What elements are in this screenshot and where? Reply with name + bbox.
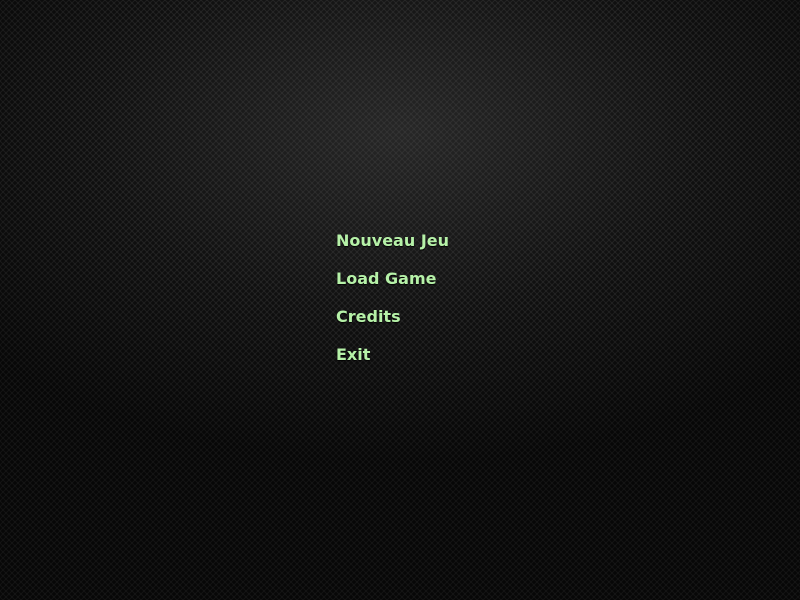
- new-game-button[interactable]: Nouveau Jeu: [336, 228, 449, 266]
- exit-button[interactable]: Exit: [336, 342, 449, 380]
- load-game-button[interactable]: Load Game: [336, 266, 449, 304]
- main-menu: Nouveau Jeu Load Game Credits Exit: [336, 228, 449, 380]
- credits-button[interactable]: Credits: [336, 304, 449, 342]
